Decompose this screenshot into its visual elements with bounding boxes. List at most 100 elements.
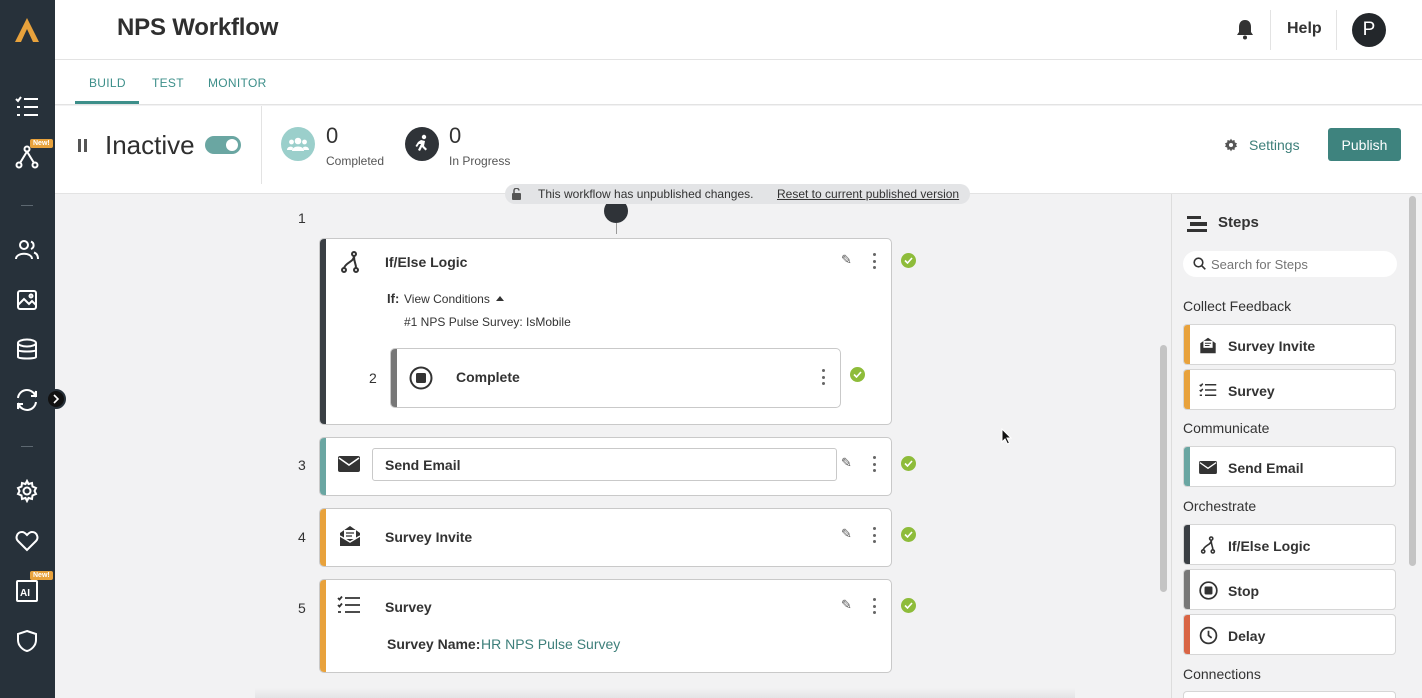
panel-step-partial (1183, 691, 1396, 698)
step-title: Survey (385, 599, 432, 615)
step-title: Send Email (385, 457, 461, 473)
sync-icon[interactable] (13, 386, 41, 414)
category-orchestrate: Orchestrate (1183, 498, 1257, 514)
step-card-survey[interactable]: Survey Survey Name: HR NPS Pulse Survey (319, 579, 892, 673)
heart-icon[interactable] (13, 527, 41, 555)
pause-icon[interactable] (78, 139, 87, 152)
top-header: NPS Workflow Help P (55, 0, 1422, 60)
status-divider (261, 106, 262, 184)
view-conditions-link[interactable]: View Conditions (404, 292, 490, 306)
canvas-fade (255, 688, 1075, 698)
gear-icon[interactable] (13, 477, 41, 505)
tab-bar: BUILD TEST MONITOR (55, 60, 1422, 105)
nav-divider (21, 446, 33, 447)
logo-icon[interactable] (11, 14, 43, 46)
svg-text:AI: AI (20, 588, 30, 599)
more-icon[interactable] (820, 369, 826, 385)
checklist-icon (1198, 380, 1218, 400)
database-icon[interactable] (13, 336, 41, 364)
step-number: 3 (298, 457, 306, 473)
tab-build[interactable]: BUILD (89, 76, 126, 90)
header-divider (1336, 10, 1337, 50)
check-icon (901, 527, 916, 542)
step-number: 4 (298, 529, 306, 545)
left-nav: New! AI New! (0, 0, 66, 698)
panel-step-send-email[interactable]: Send Email (1183, 446, 1396, 487)
step-search-input[interactable] (1183, 251, 1397, 277)
envelope-icon (1198, 457, 1218, 477)
panel-title: Steps (1218, 214, 1259, 231)
step-title: Complete (456, 369, 520, 385)
banner-text: This workflow has unpublished changes. (538, 187, 754, 201)
step-card-complete[interactable]: Complete (390, 348, 841, 408)
check-icon (901, 456, 916, 471)
step-card-if-else[interactable]: If/Else Logic If: View Conditions #1 NPS… (319, 238, 892, 425)
panel-step-if-else[interactable]: If/Else Logic (1183, 524, 1396, 565)
tab-monitor[interactable]: MONITOR (208, 76, 267, 90)
panel-scrollbar[interactable] (1409, 196, 1416, 566)
step-title-field[interactable]: Send Email (372, 448, 837, 481)
edit-pencil-icon[interactable]: ✎ (841, 526, 852, 542)
header-divider (1270, 10, 1271, 50)
edit-pencil-icon[interactable]: ✎ (841, 252, 852, 268)
page-title: NPS Workflow (117, 14, 279, 41)
category-communicate: Communicate (1183, 420, 1270, 436)
step-number: 5 (298, 600, 306, 616)
list-icon[interactable] (13, 93, 41, 121)
step-card-send-email[interactable]: Send Email (319, 437, 892, 496)
active-toggle[interactable] (205, 136, 241, 154)
avatar[interactable]: P (1352, 13, 1386, 47)
survey-name-link[interactable]: HR NPS Pulse Survey (481, 636, 620, 652)
check-icon (901, 253, 916, 268)
if-label: If: (387, 291, 400, 306)
condition-text: #1 NPS Pulse Survey: IsMobile (404, 315, 571, 329)
step-title: If/Else Logic (385, 254, 468, 270)
more-icon[interactable] (871, 253, 877, 269)
settings-link[interactable]: Settings (1249, 137, 1300, 153)
ai-icon[interactable]: AI (13, 577, 41, 605)
new-badge: New! (30, 571, 53, 580)
shield-icon[interactable] (13, 627, 41, 655)
publish-button[interactable]: Publish (1328, 128, 1401, 161)
clock-icon (1198, 625, 1218, 645)
category-connections: Connections (1183, 666, 1261, 682)
in-progress-label: In Progress (449, 154, 511, 168)
panel-step-survey-invite[interactable]: Survey Invite (1183, 324, 1396, 365)
caret-up-icon[interactable] (496, 296, 504, 301)
canvas-scrollbar[interactable] (1160, 345, 1167, 592)
chevron-right-icon (53, 394, 60, 404)
new-badge: New! (30, 139, 53, 148)
tab-test[interactable]: TEST (152, 76, 184, 90)
step-card-survey-invite[interactable]: Survey Invite (319, 508, 892, 567)
more-icon[interactable] (871, 527, 877, 543)
users-icon[interactable] (13, 236, 41, 264)
unlock-icon (511, 188, 523, 200)
survey-invite-icon (1198, 335, 1218, 355)
edit-pencil-icon[interactable]: ✎ (841, 455, 852, 471)
check-icon (850, 367, 865, 382)
cursor-icon (1001, 428, 1012, 445)
step-number: 1 (298, 210, 306, 226)
category-collect-feedback: Collect Feedback (1183, 298, 1292, 314)
connector-line (615, 223, 617, 234)
search-icon (1193, 257, 1206, 270)
more-icon[interactable] (871, 598, 877, 614)
settings-gear-icon[interactable] (1224, 138, 1238, 152)
workflow-canvas[interactable]: 1 If/Else Logic If: View Conditions #1 N… (55, 194, 1171, 698)
help-link[interactable]: Help (1287, 20, 1322, 38)
panel-step-label: Survey (1228, 383, 1275, 399)
status-bar: Inactive 0 Completed 0 In Progress Setti… (55, 106, 1422, 194)
more-icon[interactable] (871, 456, 877, 472)
expand-nav-button[interactable] (46, 389, 66, 409)
panel-step-stop[interactable]: Stop (1183, 569, 1396, 610)
panel-step-survey[interactable]: Survey (1183, 369, 1396, 410)
check-icon (901, 598, 916, 613)
image-icon[interactable] (13, 286, 41, 314)
edit-pencil-icon[interactable]: ✎ (841, 597, 852, 613)
panel-step-delay[interactable]: Delay (1183, 614, 1396, 655)
completed-label: Completed (326, 154, 385, 168)
reset-version-link[interactable]: Reset to current published version (777, 187, 959, 201)
bell-icon[interactable] (1235, 18, 1255, 40)
branch-icon (340, 251, 360, 273)
panel-step-label: Stop (1228, 583, 1260, 599)
